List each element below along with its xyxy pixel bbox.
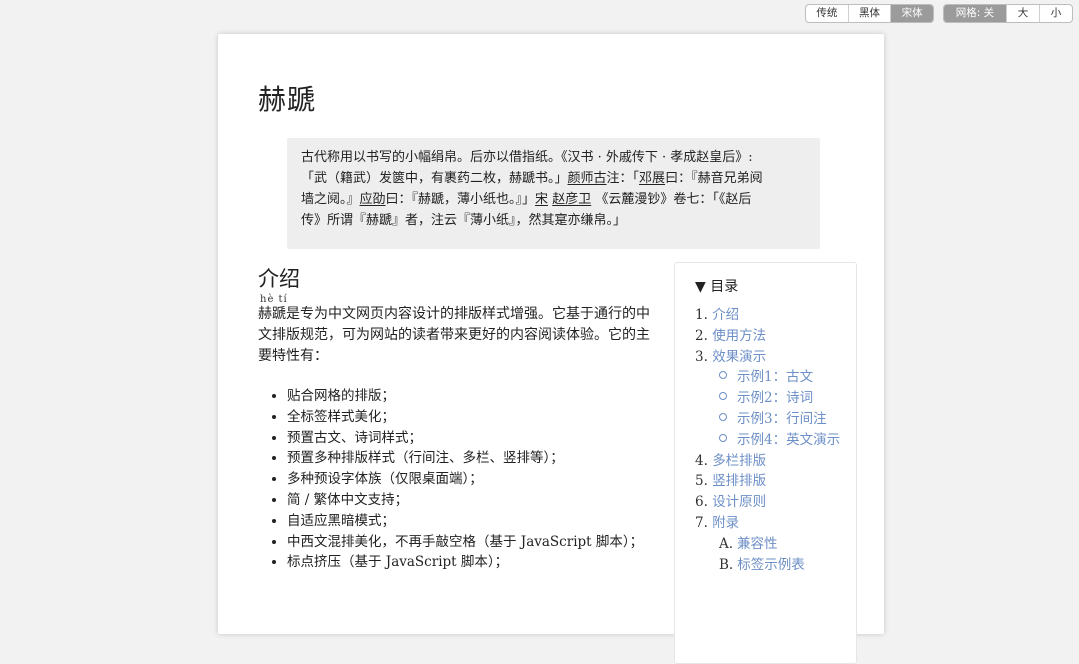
font-family-switcher: 传统 黑体 宋体 [805,4,934,23]
font-traditional-button[interactable]: 传统 [806,5,848,22]
list-item: 中西文混排美化，不再手敲空格（基于 JavaScript 脚本）； [287,532,687,553]
grid-small-button[interactable]: 小 [1039,5,1072,22]
circle-bullet-icon [719,412,727,421]
definition-blockquote: 古代称用以书写的小幅绢帛。后亦以借指纸。《汉书 · 外戚传下 · 孝成赵皇后》:… [287,138,820,249]
toc-link-demo[interactable]: 效果演示 [712,349,766,365]
circle-bullet-icon [719,433,727,442]
list-item: 自适应黑暗模式； [287,511,687,532]
quote-text: 「武（籍武）发篋中，有裹药二枚，赫蹏书。」 [301,171,568,186]
quote-text: 《云麓漫钞》卷七：「《赵后 [595,192,752,207]
toc-number: 5. [695,473,708,490]
toc-link-vertical[interactable]: 竖排排版 [712,473,766,489]
list-item: 全标签样式美化； [287,407,687,428]
toc-item: 7. 附录 [695,513,855,534]
toc-subitem: 示例2：诗词 [695,388,855,409]
toc-number: 6. [695,494,708,511]
toc-subitem: B. 标签示例表 [695,555,855,576]
list-item: 预置多种排版样式（行间注、多栏、竖排等）； [287,448,687,469]
toc-link-compat[interactable]: 兼容性 [737,536,778,552]
section-heading-intro: 介绍 [258,267,300,291]
toc-link-columns[interactable]: 多栏排版 [712,453,766,469]
feature-list: 贴合网格的排版； 全标签样式美化； 预置古文、诗词样式； 预置多种排版样式（行间… [273,386,687,573]
toc-item: 2. 使用方法 [695,326,855,347]
proper-name: 应劭 [359,192,386,207]
font-songti-button[interactable]: 宋体 [890,5,933,22]
intro-paragraph: 赫蹏是专为中文网页内容设计的排版样式增强。它基于通行的中文排版规范，可为网站的读… [258,306,650,364]
toc-number: 7. [695,514,708,531]
article-card: 赫蹏 古代称用以书写的小幅绢帛。后亦以借指纸。《汉书 · 外戚传下 · 孝成赵皇… [218,34,884,664]
toc-number: 4. [695,452,708,469]
quote-text: 曰：『赫蹏，薄小纸也。』」 [385,192,536,207]
toc-subitem: 示例3：行间注 [695,409,855,430]
toc-link-example4[interactable]: 示例4：英文演示 [737,432,840,448]
toc-number: B. [719,556,734,573]
circle-bullet-icon [719,371,727,380]
grid-off-button[interactable]: 网格: 关 [944,5,1006,22]
quote-line: 古代称用以书写的小幅绢帛。后亦以借指纸。《汉书 · 外戚传下 · 孝成赵皇后》: [301,150,753,165]
toc-link-appendix[interactable]: 附录 [712,515,739,531]
toc-subitem: 示例1：古文 [695,367,855,388]
circle-bullet-icon [719,392,727,401]
quote-line: 「武（籍武）发篋中，有裹药二枚，赫蹏书。」颜师古注：「邓展曰：『赫音兄弟阋 [301,168,806,189]
list-item: 简 / 繁体中文支持； [287,490,687,511]
toc-item: 5. 竖排排版 [695,471,855,492]
grid-large-button[interactable]: 大 [1006,5,1039,22]
list-item: 多种预设字体族（仅限桌面端）； [287,469,687,490]
list-item: 标点挤压（基于 JavaScript 脚本）； [287,552,687,573]
proper-name: 邓展 [639,171,666,186]
page-title: 赫蹏 [258,83,317,116]
list-item: 预置古文、诗词样式； [287,428,687,449]
toc-item: 3. 效果演示 [695,347,855,368]
table-of-contents: ▼ 目录 1. 介绍 2. 使用方法 3. 效果演示 示例1：古文 示例2：诗词… [674,262,857,664]
proper-name: 赵彦卫 [552,192,592,207]
quote-text: 注：「 [606,171,640,186]
toc-subitem: A. 兼容性 [695,534,855,555]
toc-link-example3[interactable]: 示例3：行间注 [737,411,827,427]
toc-link-usage[interactable]: 使用方法 [712,328,766,344]
toc-link-example1[interactable]: 示例1：古文 [737,369,813,385]
proper-name: 颜师古 [567,171,607,186]
toc-item: 6. 设计原则 [695,492,855,513]
toc-link-intro[interactable]: 介绍 [712,307,739,323]
toc-number: A. [719,535,734,552]
quote-text: 曰：『赫音兄弟阋 [665,171,763,186]
toc-list: 1. 介绍 2. 使用方法 3. 效果演示 示例1：古文 示例2：诗词 示例3：… [695,305,855,575]
list-item: 贴合网格的排版； [287,386,687,407]
toc-number: 2. [695,327,708,344]
toc-item: 4. 多栏排版 [695,451,855,472]
toc-link-tags[interactable]: 标签示例表 [737,557,805,573]
font-heiti-button[interactable]: 黑体 [847,5,891,22]
toc-item: 1. 介绍 [695,305,855,326]
toc-link-example2[interactable]: 示例2：诗词 [737,390,813,406]
toc-subitem: 示例4：英文演示 [695,430,855,451]
proper-name: 宋 [535,192,549,207]
toc-number: 1. [695,307,708,323]
toc-link-principles[interactable]: 设计原则 [712,494,766,510]
toc-number: 3. [695,348,708,365]
grid-switcher: 网格: 关 大 小 [943,4,1073,23]
quote-line: 传》所谓『赫蹏』者，注云『薄小纸』，然其寔亦缣帛。」 [301,213,627,228]
toc-toggle[interactable]: ▼ 目录 [695,276,738,296]
quote-text: 墙之阋。』 [301,192,360,207]
quote-line: 墙之阋。』应劭曰：『赫蹏，薄小纸也。』」宋 赵彦卫 《云麓漫钞》卷七：「《赵后 [301,189,806,210]
